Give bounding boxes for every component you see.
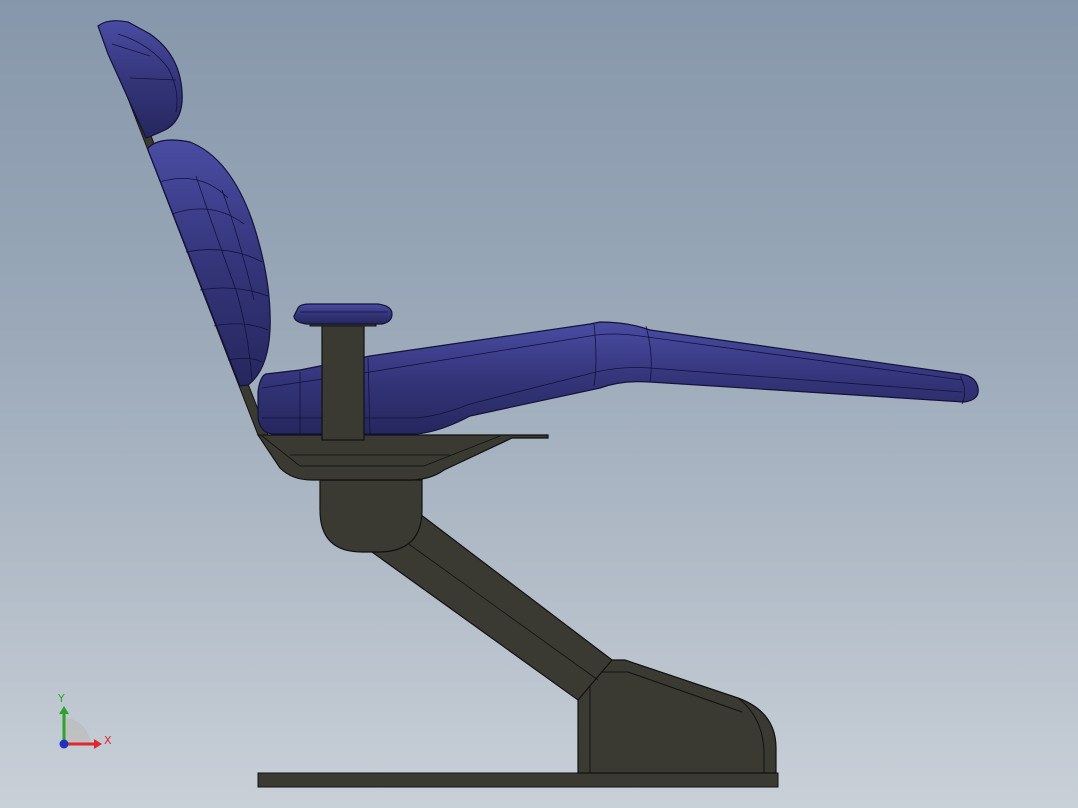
triad-y-label: Y	[57, 692, 65, 705]
dental-chair-model[interactable]: X Y	[0, 0, 1078, 808]
graphics-viewport[interactable]: X Y	[0, 0, 1078, 808]
seat-underframe	[256, 434, 549, 481]
triad-x-label: X	[104, 734, 112, 747]
base-plate	[257, 772, 779, 788]
pivot-block	[319, 479, 423, 553]
backrest-cushion	[147, 139, 271, 387]
seat-leg-cushion	[257, 321, 979, 435]
base-housing	[577, 659, 777, 774]
armrest-pad	[293, 303, 393, 325]
coordinate-triad: X Y	[57, 692, 112, 749]
triad-xy-plane	[64, 718, 90, 744]
armrest-post	[321, 321, 365, 441]
triad-z-axis	[59, 739, 69, 749]
